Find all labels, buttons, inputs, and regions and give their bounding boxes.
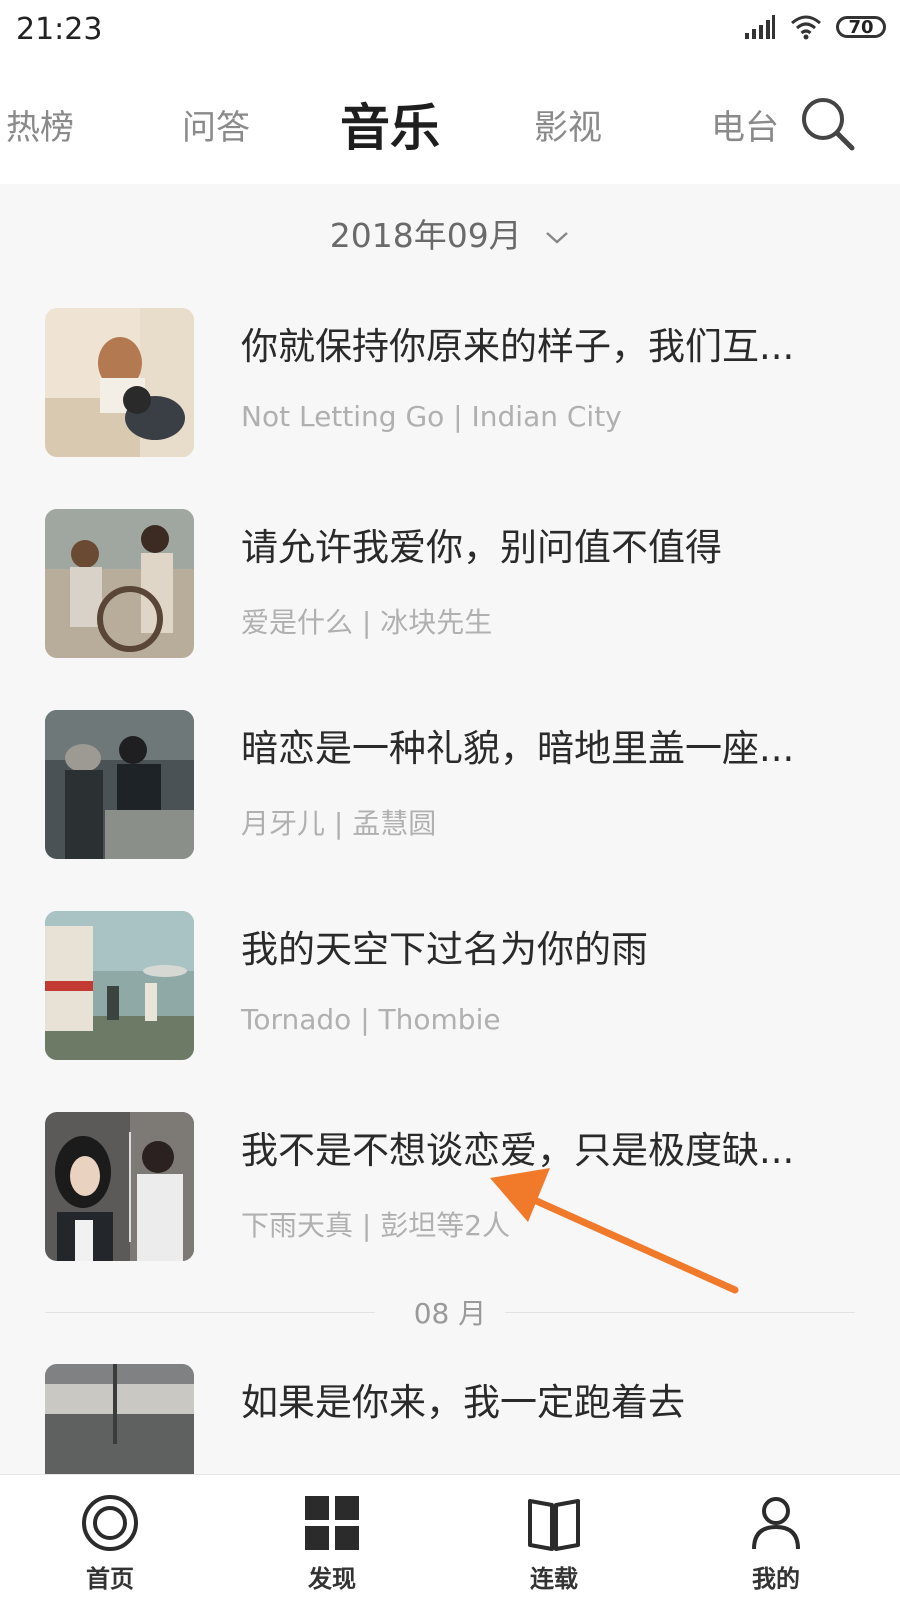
nav-discover-label: 发现 (308, 1565, 356, 1593)
nav-home-label: 首页 (86, 1565, 134, 1593)
item-title: 暗恋是一种礼貌，暗地里盖一座... (241, 727, 795, 770)
list-item[interactable]: 你就保持你原来的样子，我们互... Not Letting Go | India… (0, 308, 900, 458)
content-area: 2018年09月 你就保持你原来的样子，我们互... Not Letting G… (0, 184, 900, 1474)
item-subtitle: Not Letting Go | Indian City (241, 400, 622, 433)
cover-image (45, 308, 194, 457)
item-title: 如果是你来，我一定跑着去 (241, 1381, 685, 1424)
list-item[interactable]: 请允许我爱你，别问值不值得 爱是什么 | 冰块先生 (0, 509, 900, 659)
search-button[interactable] (798, 94, 858, 154)
tab-hot[interactable]: 热榜 (6, 64, 74, 184)
nav-home[interactable]: 首页 (40, 1475, 180, 1601)
nav-serial[interactable]: 连载 (484, 1475, 624, 1601)
battery-level: 70 (848, 16, 874, 38)
chevron-down-icon (546, 231, 569, 244)
status-time: 21:23 (16, 12, 103, 47)
nav-discover[interactable]: 发现 (262, 1475, 402, 1601)
divider-line-right (505, 1312, 855, 1313)
status-bar: 21:23 70 (0, 0, 900, 64)
item-subtitle: 爱是什么 | 冰块先生 (241, 606, 493, 639)
grid-icon (305, 1496, 359, 1550)
list-item[interactable]: 我的天空下过名为你的雨 Tornado | Thombie (0, 911, 900, 1061)
month-divider: 08 月 (45, 1292, 855, 1332)
item-subtitle: Tornado | Thombie (241, 1003, 501, 1036)
month-selector[interactable]: 2018年09月 (0, 209, 900, 257)
tab-qa[interactable]: 问答 (182, 64, 250, 184)
cover-image (45, 1112, 194, 1261)
tab-music[interactable]: 音乐 (340, 64, 440, 184)
home-icon (82, 1495, 138, 1551)
tab-video[interactable]: 影视 (534, 64, 602, 184)
tab-radio[interactable]: 电台 (711, 64, 779, 184)
wifi-icon (791, 15, 821, 40)
search-icon (802, 98, 855, 151)
item-subtitle: 下雨天真 | 彭坦等2人 (241, 1209, 511, 1242)
item-title: 我不是不想谈恋爱，只是极度缺... (241, 1129, 795, 1172)
user-icon (752, 1497, 800, 1550)
book-icon (528, 1499, 580, 1551)
cover-image (45, 509, 194, 658)
item-title: 你就保持你原来的样子，我们互... (241, 325, 795, 368)
item-title: 请允许我爱你，别问值不值得 (241, 526, 722, 569)
cover-image (45, 1364, 194, 1474)
list-item[interactable]: 暗恋是一种礼貌，暗地里盖一座... 月牙儿 | 孟慧圆 (0, 710, 900, 860)
month-selector-label: 2018年09月 (329, 216, 522, 255)
bottom-nav: 首页 发现 连载 我的 (0, 1474, 900, 1601)
signal-icon (745, 15, 775, 39)
status-icons: 70 (744, 14, 886, 40)
list-item[interactable]: 如果是你来，我一定跑着去 (0, 1364, 900, 1474)
list-item[interactable]: 我不是不想谈恋爱，只是极度缺... 下雨天真 | 彭坦等2人 (0, 1112, 900, 1262)
top-nav: 热榜 问答 音乐 影视 电台 (0, 64, 900, 184)
cover-image (45, 911, 194, 1060)
nav-profile[interactable]: 我的 (706, 1475, 846, 1601)
item-title: 我的天空下过名为你的雨 (241, 928, 648, 971)
cover-image (45, 710, 194, 859)
nav-profile-label: 我的 (752, 1565, 800, 1593)
nav-serial-label: 连载 (530, 1565, 578, 1593)
battery-icon: 70 (836, 16, 886, 38)
item-subtitle: 月牙儿 | 孟慧圆 (241, 807, 437, 840)
